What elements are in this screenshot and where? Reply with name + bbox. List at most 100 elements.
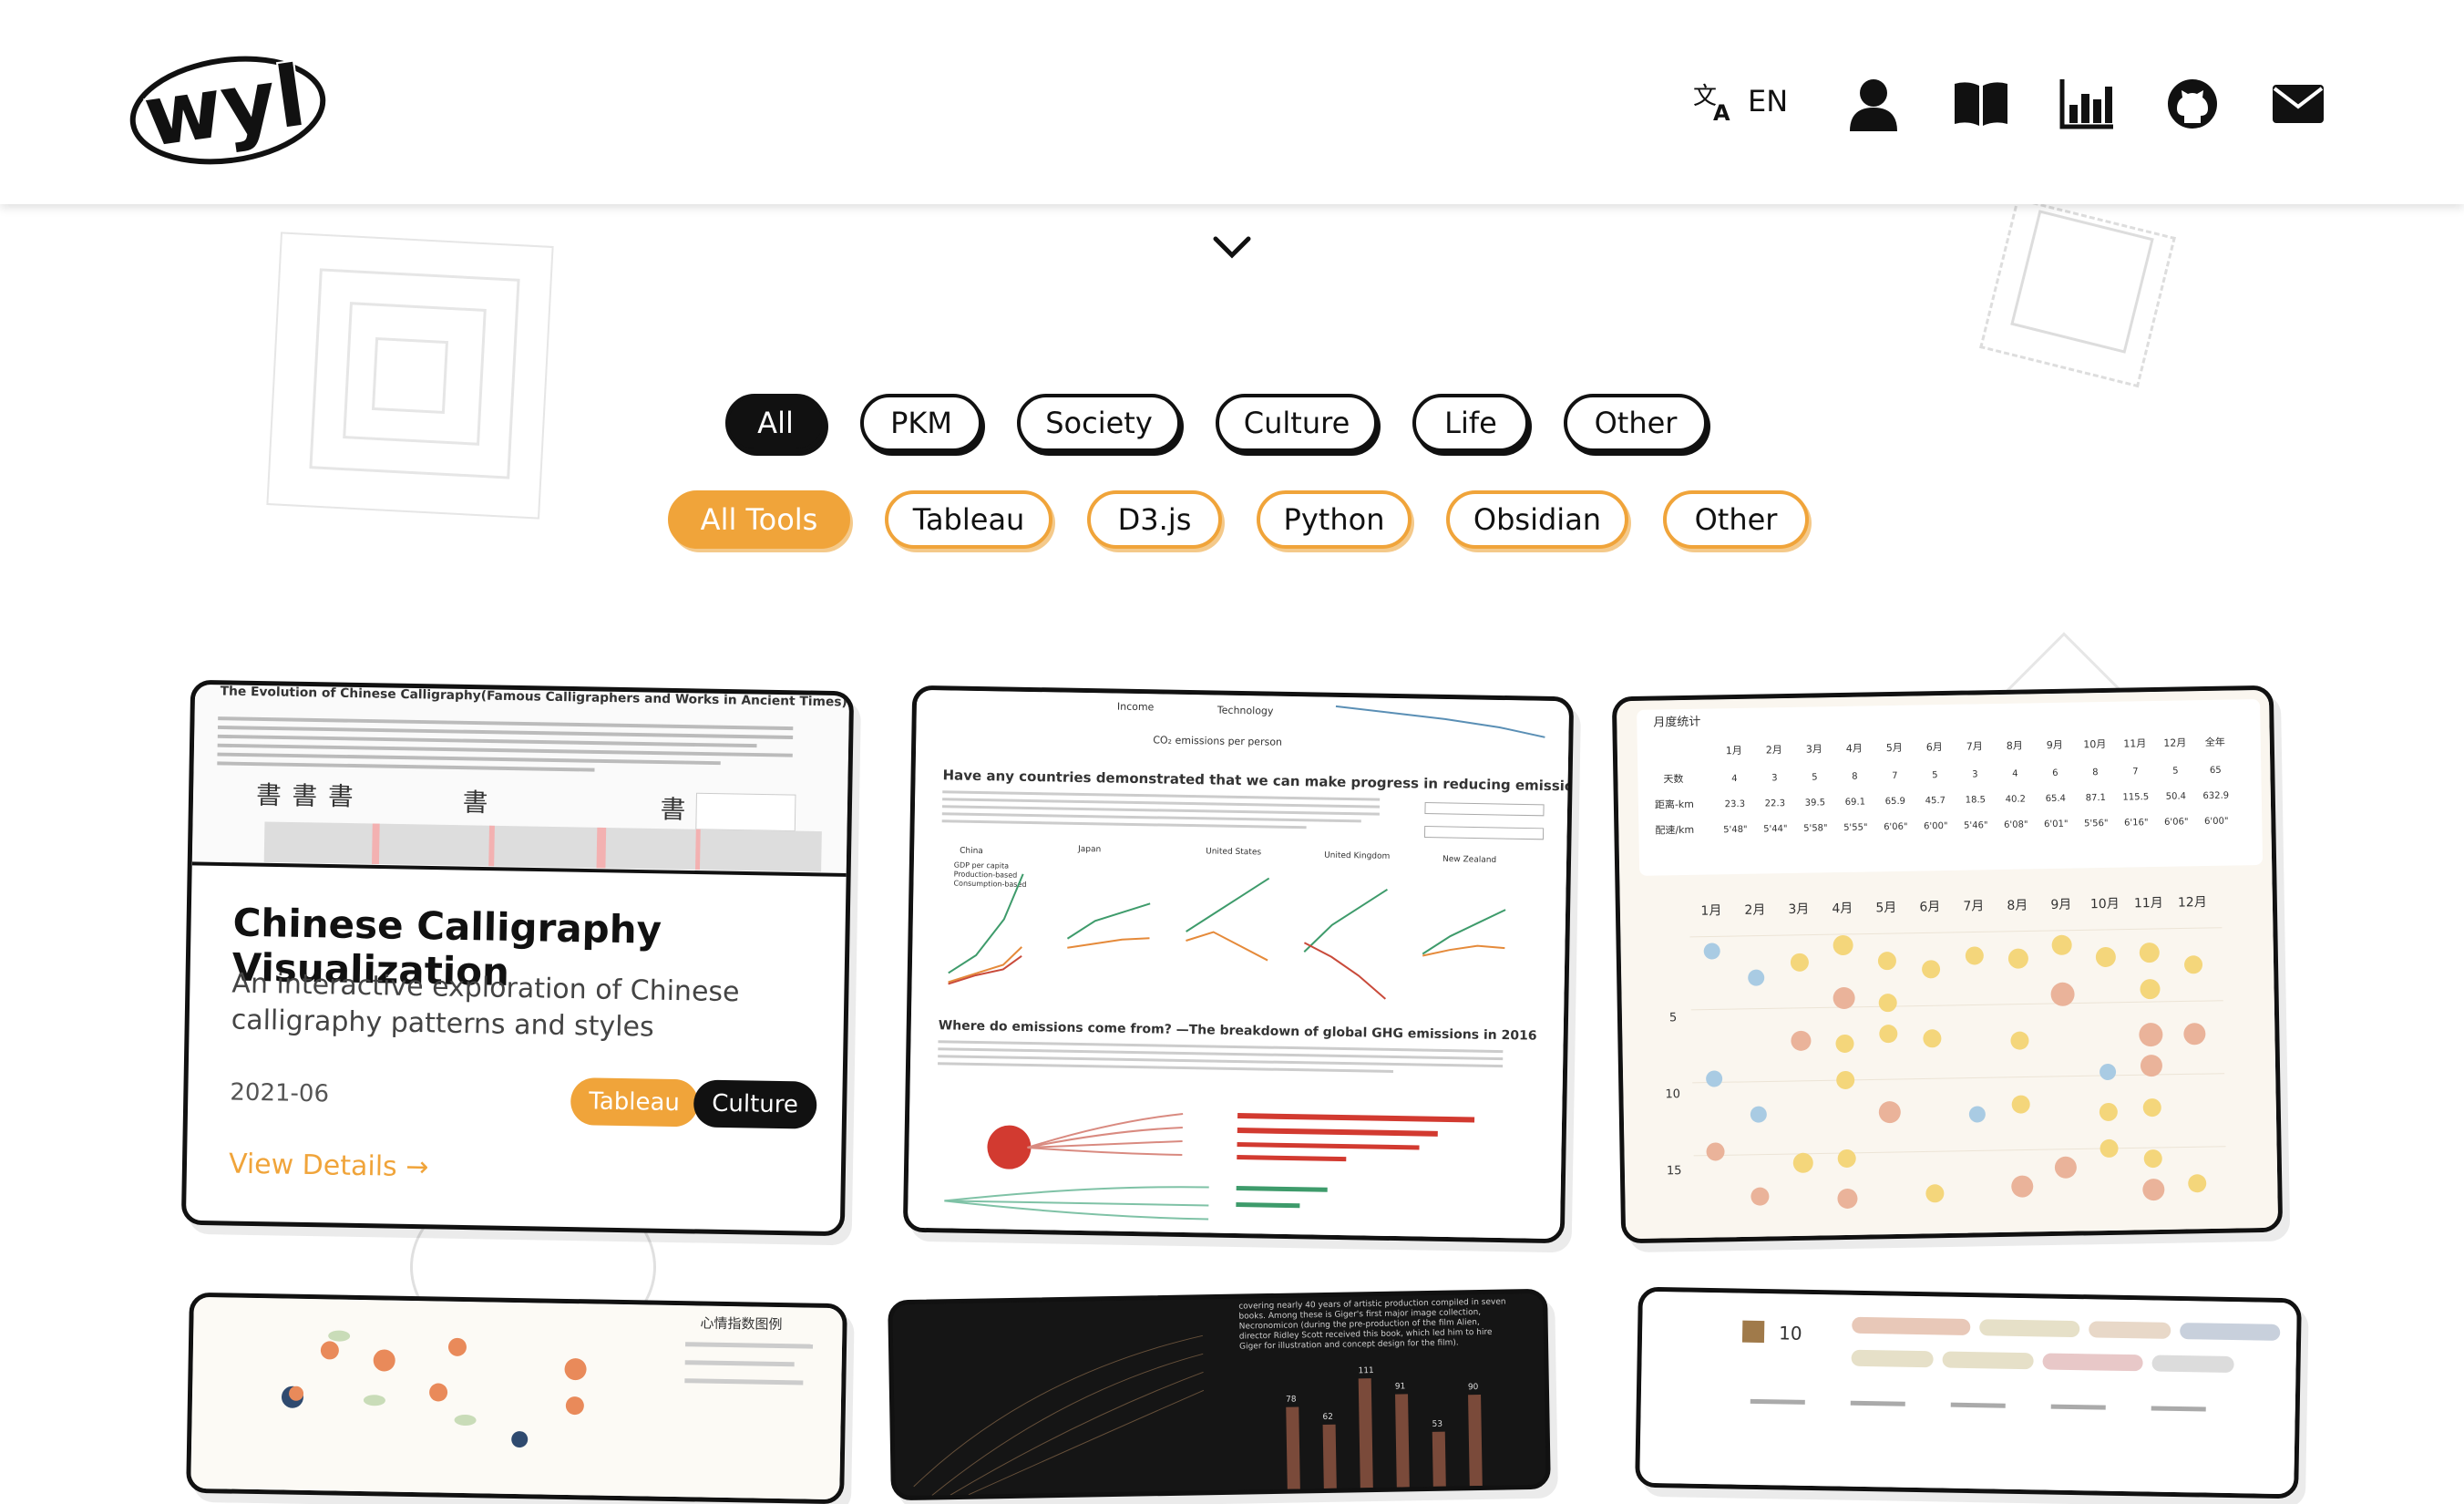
svg-text:6月: 6月 [1926,741,1943,753]
category-filter: All PKM Society Culture Life Other [725,394,1708,452]
svg-text:5: 5 [2172,767,2179,777]
site-header: wyl 文 A EN [0,0,2464,204]
language-switch[interactable]: 文 A EN [1691,78,1788,124]
svg-text:書: 書 [328,781,354,811]
svg-text:5'48": 5'48" [1723,825,1748,835]
svg-text:45.7: 45.7 [1925,796,1946,806]
decoration-square [371,336,449,415]
svg-text:2月: 2月 [1744,902,1765,917]
project-card[interactable]: 心情指数图例 [186,1292,847,1504]
svg-text:111: 111 [1358,1366,1373,1375]
svg-text:Income: Income [1117,701,1155,714]
svg-text:12月: 12月 [2178,895,2207,911]
svg-text:62: 62 [1322,1413,1333,1422]
project-card[interactable]: 月度统计 1月 2月 3月 4月 5月 6月 7月 8月 9月 10月 11月 12月 全年 天数 距离… [1611,685,2284,1244]
card-thumbnail: The Evolution of Chinese Calligraphy(Fam… [191,685,850,877]
svg-text:9月: 9月 [2050,898,2071,912]
tool-filter: All Tools Tableau D3.js Python Obsidian … [668,490,1809,549]
svg-text:6'01": 6'01" [2044,819,2069,829]
filter-pkm[interactable]: PKM [860,394,982,452]
svg-text:8: 8 [2092,767,2099,778]
svg-text:2月: 2月 [1766,744,1782,756]
svg-text:87.1: 87.1 [2086,793,2106,803]
project-card[interactable]: The Evolution of Chinese Calligraphy(Fam… [180,679,855,1237]
svg-text:1月: 1月 [1700,903,1721,918]
svg-text:5月: 5月 [1886,742,1903,754]
svg-text:3: 3 [1972,769,1978,779]
svg-text:9月: 9月 [2047,739,2063,751]
svg-text:4月: 4月 [1832,901,1853,916]
filter-python[interactable]: Python [1257,490,1412,549]
mood-legend-title: 心情指数图例 [700,1315,782,1334]
svg-text:A: A [1713,100,1730,124]
view-details-link[interactable]: View Details → [229,1149,429,1184]
filter-culture[interactable]: Culture [1216,394,1378,452]
svg-text:7: 7 [1892,771,1898,781]
card-description: An interactive exploration of Chinese ca… [231,967,740,1044]
filter-other[interactable]: Other [1564,394,1708,452]
filter-tableau[interactable]: Tableau [885,490,1052,549]
svg-text:7: 7 [2132,767,2139,777]
project-card[interactable]: covering nearly 40 years of artistic pro… [888,1288,1551,1501]
svg-text:90: 90 [1468,1383,1479,1392]
svg-text:4: 4 [2012,769,2018,779]
svg-text:15: 15 [1667,1164,1682,1178]
dark-caption: covering nearly 40 years of artistic pro… [1238,1297,1506,1352]
svg-text:22.3: 22.3 [1765,798,1785,809]
svg-text:書: 書 [660,794,685,824]
svg-text:5'46": 5'46" [1964,820,1988,830]
svg-text:1月: 1月 [1726,745,1742,757]
svg-text:7月: 7月 [1963,899,1984,913]
chevron-down-icon[interactable] [1212,230,1252,266]
svg-text:8: 8 [1852,772,1858,782]
svg-text:書: 書 [292,780,317,810]
tag-tableau[interactable]: Tableau [570,1077,699,1128]
svg-text:6'06": 6'06" [2164,817,2189,827]
svg-text:91: 91 [1395,1382,1406,1391]
svg-text:5: 5 [1669,1011,1678,1025]
svg-text:China: China [960,847,983,856]
filter-d3js[interactable]: D3.js [1087,490,1222,549]
svg-text:3: 3 [1771,773,1778,783]
github-icon[interactable] [2163,75,2222,133]
project-card[interactable]: Income Technology CO₂ emissions per pers… [902,685,1575,1244]
svg-text:65.9: 65.9 [1885,797,1905,807]
filter-society[interactable]: Society [1017,394,1181,452]
svg-text:10月: 10月 [2083,738,2106,750]
view-details-label: View Details [228,1148,398,1183]
language-label: EN [1748,84,1789,118]
filter-obsidian[interactable]: Obsidian [1446,490,1628,549]
svg-text:Technology: Technology [1217,705,1274,717]
svg-text:69.1: 69.1 [1845,798,1865,808]
svg-text:6'06": 6'06" [1884,822,1908,832]
project-card[interactable]: 10 [1635,1286,2302,1499]
site-logo[interactable]: wyl [123,33,333,170]
svg-text:天数: 天数 [1663,773,1683,785]
stats-title: 月度统计 [1653,715,1700,730]
mail-icon[interactable] [2269,75,2327,133]
svg-text:6: 6 [2052,768,2058,778]
svg-text:12月: 12月 [2163,737,2186,748]
svg-text:4月: 4月 [1846,743,1863,755]
svg-text:5: 5 [1932,770,1938,780]
svg-text:5'58": 5'58" [1803,823,1828,833]
svg-text:6'00": 6'00" [1924,821,1948,831]
user-icon[interactable] [1844,75,1903,133]
card-thumbnail: covering nearly 40 years of artistic pro… [892,1293,1551,1501]
svg-text:10月: 10月 [2090,897,2120,912]
svg-text:CO₂ emissions per person: CO₂ emissions per person [1153,734,1282,747]
svg-text:65: 65 [2210,766,2222,776]
tag-culture[interactable]: Culture [693,1079,817,1129]
svg-text:11月: 11月 [2123,737,2146,749]
svg-text:10: 10 [1665,1087,1680,1101]
book-icon[interactable] [1952,75,2010,133]
filter-other-tools[interactable]: Other [1663,490,1809,549]
svg-text:5'55": 5'55" [1843,823,1868,833]
filter-all-tools[interactable]: All Tools [668,490,850,549]
chart-icon[interactable] [2058,75,2116,133]
svg-text:7月: 7月 [1966,740,1983,752]
svg-text:Production-based: Production-based [954,870,1018,880]
filter-all[interactable]: All [725,394,826,452]
filter-life[interactable]: Life [1412,394,1529,452]
card-date: 2021-06 [230,1078,330,1108]
